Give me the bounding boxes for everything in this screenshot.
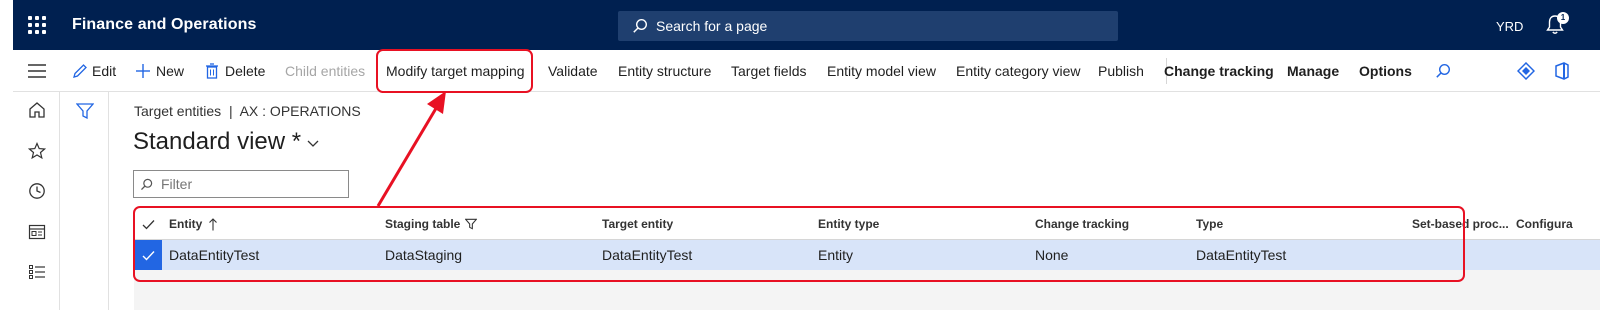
grid-header: Entity Staging table Target entity Entit… bbox=[134, 208, 1600, 240]
main-content: Target entities | AX : OPERATIONS Standa… bbox=[110, 92, 1600, 310]
favorites-button[interactable] bbox=[27, 141, 47, 161]
grid-empty-area bbox=[134, 270, 1600, 310]
validate-button[interactable]: Validate bbox=[548, 50, 598, 92]
entity-structure-button[interactable]: Entity structure bbox=[618, 50, 711, 92]
chevron-down-icon bbox=[307, 140, 319, 147]
column-header-set-based-processing[interactable]: Set-based proc... bbox=[1412, 208, 1509, 240]
office-button[interactable] bbox=[1554, 50, 1570, 92]
column-header-entity[interactable]: Entity bbox=[169, 208, 218, 240]
page-title: Standard view * bbox=[133, 128, 302, 155]
action-pane: Edit New Delete Child entities Modify ta… bbox=[13, 50, 1600, 92]
diamond-icon bbox=[1517, 62, 1535, 80]
change-tracking-tab[interactable]: Change tracking bbox=[1164, 50, 1274, 92]
modify-target-mapping-button[interactable]: Modify target mapping bbox=[386, 50, 525, 92]
pencil-icon bbox=[73, 64, 87, 78]
edit-label: Edit bbox=[92, 63, 117, 79]
sort-ascending-icon bbox=[209, 217, 218, 230]
home-icon bbox=[29, 102, 45, 118]
delete-label: Delete bbox=[225, 63, 266, 79]
star-icon bbox=[28, 142, 46, 160]
cell-target-entity[interactable]: DataEntityTest bbox=[602, 240, 692, 270]
manage-tab[interactable]: Manage bbox=[1287, 50, 1339, 92]
entity-model-view-button[interactable]: Entity model view bbox=[827, 50, 936, 92]
column-label: Staging table bbox=[385, 217, 461, 231]
cell-entity-type[interactable]: Entity bbox=[818, 240, 853, 270]
entities-grid: Entity Staging table Target entity Entit… bbox=[134, 208, 1600, 310]
column-header-type[interactable]: Type bbox=[1196, 208, 1223, 240]
column-header-configuration[interactable]: Configura bbox=[1516, 208, 1573, 240]
clock-icon bbox=[29, 183, 45, 199]
search-icon bbox=[633, 18, 648, 33]
column-header-change-tracking[interactable]: Change tracking bbox=[1035, 208, 1129, 240]
filter-pane bbox=[61, 92, 109, 310]
edit-button[interactable]: Edit bbox=[72, 50, 116, 92]
filter-field[interactable] bbox=[133, 170, 349, 198]
child-entities-button[interactable]: Child entities bbox=[285, 50, 365, 92]
list-icon bbox=[29, 265, 45, 279]
power-apps-button[interactable] bbox=[1517, 50, 1535, 92]
delete-button[interactable]: Delete bbox=[205, 50, 265, 92]
page-search-box[interactable]: Search for a page bbox=[618, 11, 1118, 41]
entity-category-view-button[interactable]: Entity category view bbox=[956, 50, 1081, 92]
workspace-icon bbox=[28, 224, 46, 240]
column-header-entity-type[interactable]: Entity type bbox=[818, 208, 879, 240]
checkmark-icon bbox=[142, 250, 155, 261]
notification-badge: 1 bbox=[1557, 12, 1569, 24]
options-tab[interactable]: Options bbox=[1359, 50, 1412, 92]
table-row[interactable]: DataEntityTest DataStaging DataEntityTes… bbox=[134, 240, 1600, 270]
trash-icon bbox=[206, 63, 218, 79]
checkmark-icon bbox=[142, 219, 155, 229]
window-edge bbox=[0, 0, 13, 310]
workspaces-button[interactable] bbox=[27, 222, 47, 242]
app-title: Finance and Operations bbox=[72, 16, 257, 33]
target-fields-button[interactable]: Target fields bbox=[731, 50, 806, 92]
search-icon bbox=[1436, 63, 1451, 78]
select-all-checkbox[interactable] bbox=[142, 208, 155, 240]
view-selector[interactable]: Standard view * bbox=[133, 128, 319, 156]
cell-type[interactable]: DataEntityTest bbox=[1196, 240, 1286, 270]
navigation-rail bbox=[13, 92, 60, 310]
new-button[interactable]: New bbox=[135, 50, 184, 92]
row-select-checkbox[interactable] bbox=[134, 240, 162, 270]
recent-button[interactable] bbox=[27, 181, 47, 201]
funnel-icon[interactable] bbox=[76, 103, 94, 119]
cell-entity[interactable]: DataEntityTest bbox=[169, 240, 259, 270]
waffle-icon bbox=[28, 16, 46, 34]
column-header-staging-table[interactable]: Staging table bbox=[385, 208, 478, 240]
hamburger-icon[interactable] bbox=[28, 64, 46, 78]
column-label: Entity bbox=[169, 217, 203, 231]
cell-staging-table[interactable]: DataStaging bbox=[385, 240, 462, 270]
action-search-button[interactable] bbox=[1435, 50, 1451, 92]
app-launcher-button[interactable] bbox=[13, 0, 61, 50]
cell-change-tracking[interactable]: None bbox=[1035, 240, 1068, 270]
office-icon bbox=[1555, 62, 1569, 80]
breadcrumb: Target entities | AX : OPERATIONS bbox=[134, 103, 361, 119]
home-button[interactable] bbox=[27, 100, 47, 120]
modules-button[interactable] bbox=[27, 262, 47, 282]
search-icon bbox=[141, 178, 153, 190]
funnel-icon bbox=[465, 218, 478, 230]
column-header-target-entity[interactable]: Target entity bbox=[602, 208, 673, 240]
filter-input[interactable] bbox=[159, 175, 339, 193]
new-label: New bbox=[156, 63, 185, 79]
publish-button[interactable]: Publish bbox=[1098, 50, 1144, 92]
search-placeholder: Search for a page bbox=[656, 18, 768, 34]
plus-icon bbox=[136, 64, 150, 78]
company-picker[interactable]: YRD bbox=[1496, 19, 1523, 34]
